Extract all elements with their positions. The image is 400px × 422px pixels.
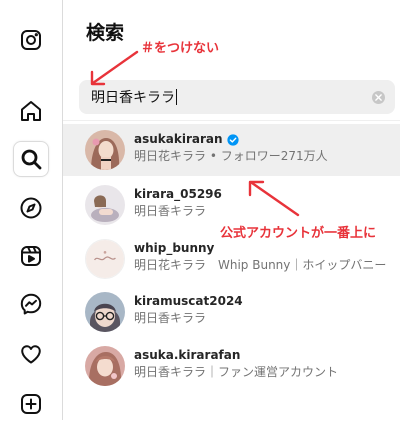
- result-username: kirara_05296: [134, 187, 222, 201]
- result-subtitle: 明日花キララ Whip Bunny｜ホイップバニー: [134, 258, 387, 272]
- divider: [63, 120, 400, 121]
- result-username: asukakiraran: [134, 132, 328, 147]
- result-text: kirara_05296 明日香キララ: [134, 187, 222, 220]
- search-input[interactable]: 明日香キララ: [79, 80, 395, 114]
- left-nav-rail: [0, 0, 63, 420]
- result-subtitle: 明日花キララ • フォロワー271万人: [134, 149, 328, 163]
- result-subtitle: 明日香キララ: [134, 311, 207, 325]
- result-item-asukakiraran[interactable]: asukakiraran 明日花キララ • フォロワー271万人: [63, 124, 400, 176]
- search-query-text[interactable]: 明日香キララ: [91, 87, 372, 107]
- result-item-asuka.kirarafan[interactable]: asuka.kirarafan 明日香キララ｜ファン運営アカウント: [63, 340, 400, 392]
- clear-search-icon[interactable]: [372, 90, 385, 104]
- verified-badge-icon: [226, 133, 239, 146]
- home-icon[interactable]: [13, 93, 49, 129]
- create-plus-icon[interactable]: [13, 386, 49, 422]
- avatar[interactable]: [85, 292, 125, 332]
- page-title: 検索: [86, 22, 125, 44]
- avatar[interactable]: [85, 130, 125, 170]
- result-username: kiramuscat2024: [134, 294, 243, 308]
- avatar[interactable]: [85, 185, 125, 225]
- avatar[interactable]: [85, 346, 125, 386]
- annotation-official-top: 公式アカウントが一番上に: [220, 226, 377, 241]
- result-username: asuka.kirarafan: [134, 348, 241, 362]
- heart-icon[interactable]: [13, 336, 49, 372]
- result-subtitle: 明日香キララ: [134, 204, 207, 218]
- result-text: kiramuscat2024 明日香キララ: [134, 294, 243, 327]
- search-icon[interactable]: [13, 141, 49, 177]
- result-text: asukakiraran 明日花キララ • フォロワー271万人: [134, 132, 328, 165]
- messenger-icon[interactable]: [13, 286, 49, 322]
- reels-icon[interactable]: [13, 238, 49, 274]
- explore-compass-icon[interactable]: [13, 190, 49, 226]
- result-username: whip_bunny: [134, 241, 215, 255]
- annotation-no-hash: ＃をつけない: [141, 41, 220, 56]
- result-subtitle: 明日香キララ｜ファン運営アカウント: [134, 365, 339, 379]
- result-text: whip_bunny 明日花キララ Whip Bunny｜ホイップバニー: [134, 241, 386, 274]
- result-item-kiramuscat2024[interactable]: kiramuscat2024 明日香キララ: [63, 286, 400, 338]
- avatar[interactable]: [85, 239, 125, 279]
- search-panel: 検索 明日香キララ asukakiraran 明日花キララ • フォロワー271…: [63, 0, 400, 420]
- instagram-logo-icon[interactable]: [13, 22, 49, 58]
- result-text: asuka.kirarafan 明日香キララ｜ファン運営アカウント: [134, 348, 338, 381]
